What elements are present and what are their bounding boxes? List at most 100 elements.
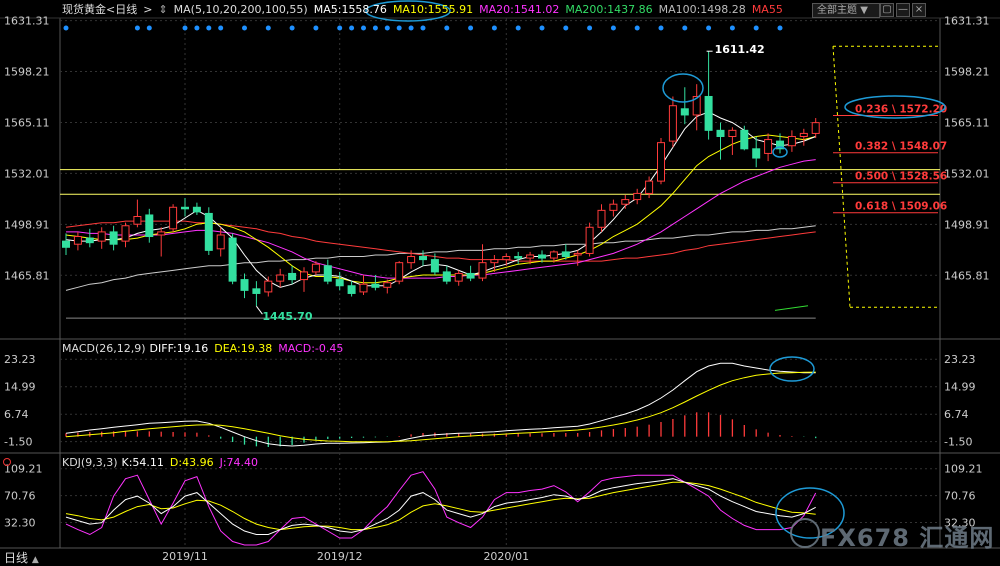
ma20-line [66, 159, 816, 279]
fib-diagonal [832, 46, 851, 308]
candle-body [371, 283, 380, 288]
event-marker [658, 25, 664, 31]
candle-body [335, 279, 344, 287]
candle-body [538, 254, 546, 259]
axis-labels: 1631.31 1631.31 1598.21 1598.21 1565.11 1565.… [4, 15, 990, 563]
ma-params: MA(5,10,20,200,100,55) [173, 3, 308, 16]
kdj-settings-icon[interactable] [3, 458, 11, 466]
candle-body [728, 129, 737, 137]
candle-body [752, 148, 761, 159]
event-marker [682, 25, 688, 31]
period-selector[interactable]: 日线 ▲ [4, 549, 39, 566]
kdj-legend: KDJ(9,3,3) K:54.11 D:43.96 J:74.40 [62, 456, 264, 470]
kdj-ytick-right: 109.21 [944, 463, 983, 476]
candle-body [157, 231, 166, 236]
macd-ytick-left: 23.23 [4, 353, 36, 366]
ma200-value: MA200:1437.86 [565, 3, 653, 16]
candle-body [549, 251, 558, 259]
macd-ytick-left: 14.99 [4, 381, 36, 394]
instrument-name: 现货黄金 [62, 3, 106, 16]
price-ytick-right: 1465.81 [944, 269, 990, 282]
event-marker [634, 25, 640, 31]
chart-canvas: 1631.31 1631.31 1598.21 1598.21 1565.11 1565.… [0, 0, 1000, 563]
event-marker [587, 25, 593, 31]
candle-body [311, 263, 320, 273]
event-marker [408, 25, 414, 31]
chevron-icon[interactable]: ⇕ [158, 3, 167, 16]
candle-body [526, 254, 535, 259]
candle-body [680, 108, 689, 116]
collapse-button[interactable]: — [896, 3, 910, 17]
kdj-j-line [65, 471, 817, 546]
macd-macd: MACD:-0.45 [278, 342, 344, 355]
event-marker [182, 25, 188, 31]
macd-ytick-right: 14.99 [944, 381, 976, 394]
candle-body [181, 206, 189, 210]
event-marker [777, 25, 783, 31]
event-marker [384, 25, 390, 31]
candle-body [252, 288, 261, 294]
candle-body [609, 203, 618, 211]
candle-body [573, 252, 582, 256]
event-marker [444, 25, 450, 31]
kdj-k: K:54.11 [121, 456, 164, 469]
ma100-value: MA100:1498.28 [658, 3, 746, 16]
candle-body [704, 95, 713, 131]
close-button[interactable]: × [912, 3, 926, 17]
fib-level-label: 0.382 \ 1548.07 [855, 141, 947, 153]
macd-ytick-left: -1.50 [4, 436, 32, 449]
event-marker [218, 25, 224, 31]
kdj-panel [65, 471, 817, 546]
event-marker [563, 25, 569, 31]
candle-body [109, 231, 118, 245]
candle-body [264, 280, 273, 293]
price-ytick-right: 1498.91 [944, 218, 990, 231]
candle-body [811, 122, 820, 134]
event-marker [194, 25, 200, 31]
candle-body [300, 271, 308, 281]
macd-legend: MACD(26,12,9) DIFF:19.16 DEA:19.38 MACD:-0.… [62, 342, 349, 356]
macd-panel [65, 362, 817, 447]
event-marker [349, 25, 355, 31]
candle-body [204, 212, 213, 251]
candle-body [407, 256, 416, 264]
candle-body [633, 192, 642, 201]
event-marker [337, 25, 343, 31]
ma100-line [65, 225, 816, 291]
candle-body [585, 226, 594, 254]
candle-body [133, 216, 142, 225]
event-marker [146, 25, 152, 31]
candle-body [597, 209, 606, 228]
event-marker [729, 25, 735, 31]
chevron-down-icon: ▼ [860, 5, 868, 16]
candle-body [169, 206, 178, 230]
candle-body [323, 265, 332, 282]
event-marker [265, 25, 271, 31]
macd-dea: DEA:19.38 [214, 342, 273, 355]
event-marker [361, 25, 366, 31]
candle-body [347, 285, 356, 294]
chevron-up-icon: ▲ [31, 555, 39, 565]
candle-body [561, 251, 570, 258]
ma55-line [65, 220, 816, 262]
price-ytick-left: 1598.21 [4, 66, 50, 79]
candle-body [502, 256, 511, 261]
candle-body [490, 259, 499, 264]
event-marker [313, 25, 319, 31]
candle-body [97, 231, 106, 242]
theme-select[interactable]: 全部主题 ▼ [812, 3, 880, 18]
candle-body [192, 206, 201, 213]
event-marker [242, 25, 247, 31]
kdj-ytick-left: 32.30 [4, 516, 36, 529]
price-ytick-left: 1565.11 [4, 116, 50, 129]
candle-body [145, 214, 154, 238]
event-marker [372, 25, 378, 31]
kdj-ytick-right: 70.76 [944, 490, 976, 503]
candle-body [288, 272, 297, 281]
expand-button[interactable]: ▢ [880, 3, 894, 17]
event-marker [539, 25, 545, 31]
candle-body [645, 180, 654, 194]
event-marker [420, 25, 426, 31]
candle-body [240, 279, 249, 291]
macd-params: MACD(26,12,9) [62, 342, 146, 355]
